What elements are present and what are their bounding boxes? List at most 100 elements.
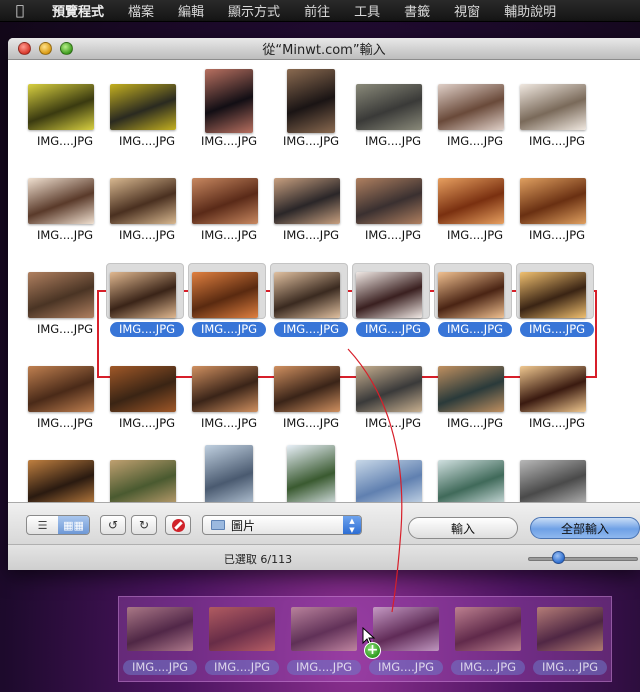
thumbnail-image <box>520 366 586 412</box>
drag-ghost-thumbnail <box>127 607 193 651</box>
menu-window[interactable]: 視窗 <box>442 1 492 20</box>
thumbnail-image <box>110 272 176 318</box>
thumbnail-item[interactable]: IMG....JPG <box>270 257 350 347</box>
thumbnail-image <box>356 460 422 503</box>
thumbnail-image <box>520 84 586 130</box>
thumbnail-item[interactable]: IMG....JPG <box>108 163 186 253</box>
thumbnail-item[interactable]: IMG....JPG <box>272 445 350 503</box>
drag-ghost-thumbnail <box>209 607 275 651</box>
thumbnail-image <box>438 460 504 503</box>
thumbnail-label: IMG....JPG <box>36 416 94 430</box>
thumbnail-image <box>438 178 504 224</box>
thumbnail-item[interactable]: IMG....JPG <box>106 257 186 347</box>
thumbnail-image <box>356 84 422 130</box>
thumbnail-item[interactable]: IMG....JPG <box>190 69 268 159</box>
thumbnail-item[interactable]: IMG....JPG <box>26 163 104 253</box>
thumbnail-image <box>274 178 340 224</box>
thumbnail-item[interactable]: IMG....JPG <box>436 163 514 253</box>
thumbnail-item[interactable]: IMG....JPG <box>434 257 514 347</box>
zoom-slider-knob[interactable] <box>552 551 566 564</box>
thumbnail-item[interactable]: IMG....JPG <box>26 69 104 159</box>
thumbnail-item[interactable]: IMG....JPG <box>26 257 104 347</box>
thumbnail-image <box>28 366 94 412</box>
thumbnail-label: IMG....JPG <box>192 322 266 337</box>
rotate-right-icon: ↻ <box>138 518 150 532</box>
menu-help[interactable]: 輔助說明 <box>492 1 568 20</box>
drag-ghost-thumbnail <box>537 607 603 651</box>
thumbnail-item[interactable]: IMG....JPG <box>518 351 596 441</box>
drag-ghost-label: IMG....JPG <box>533 660 607 675</box>
thumbnail-image <box>274 366 340 412</box>
thumbnail-item[interactable]: IMG....JPG <box>518 163 596 253</box>
thumbnail-label: IMG....JPG <box>446 134 504 148</box>
thumbnail-item[interactable]: IMG....JPG <box>26 351 104 441</box>
thumbnail-item[interactable]: IMG....JPG <box>354 69 432 159</box>
menu-edit[interactable]: 編輯 <box>166 1 216 20</box>
rotate-right-button[interactable]: ↻ <box>131 515 157 535</box>
rotate-left-button[interactable]: ↺ <box>100 515 126 535</box>
thumbnail-item[interactable]: IMG....JPG <box>354 445 432 503</box>
thumbnail-label: IMG....JPG <box>200 416 258 430</box>
thumbnail-item[interactable]: IMG....JPG <box>518 445 596 503</box>
list-view-button[interactable]: ☰ <box>27 516 58 534</box>
thumbnail-item[interactable]: IMG....JPG <box>518 69 596 159</box>
thumbnail-label: IMG....JPG <box>118 416 176 430</box>
import-window: 從“Minwt.com”輸入 IMG....JPG IMG....JPG IMG..… <box>8 38 640 570</box>
thumbnail-grid[interactable]: IMG....JPG IMG....JPG IMG....JPG IMG....JPG… <box>8 61 640 503</box>
thumbnail-item[interactable]: IMG....JPG <box>272 351 350 441</box>
thumbnail-image <box>28 84 94 130</box>
title-bar[interactable]: 從“Minwt.com”輸入 <box>8 38 640 60</box>
drag-ghost-thumbnail <box>455 607 521 651</box>
menu-app[interactable]: 預覽程式 <box>40 1 116 20</box>
thumbnail-item[interactable]: IMG....JPG <box>26 445 104 503</box>
thumbnail-label: IMG....JPG <box>520 322 594 337</box>
thumbnail-image <box>28 460 94 503</box>
selection-count: 已選取 6/113 <box>223 553 293 566</box>
thumbnail-item[interactable]: IMG....JPG <box>436 69 514 159</box>
source-popup[interactable]: 圖片 ▲ ▼ <box>202 515 362 535</box>
thumbnail-label: IMG....JPG <box>282 416 340 430</box>
drag-ghost-label: IMG....JPG <box>287 660 361 675</box>
thumbnail-item[interactable]: IMG....JPG <box>190 163 268 253</box>
thumbnail-item[interactable]: IMG....JPG <box>354 163 432 253</box>
thumbnail-item[interactable]: IMG....JPG <box>108 445 186 503</box>
thumbnail-item[interactable]: IMG....JPG <box>108 69 186 159</box>
menu-view[interactable]: 顯示方式 <box>216 1 292 20</box>
drag-ghost-label: IMG....JPG <box>369 660 443 675</box>
import-all-button[interactable]: 全部輸入 <box>530 517 640 539</box>
apple-menu-icon[interactable]:  <box>0 3 40 19</box>
list-icon: ☰ <box>37 518 48 532</box>
menu-go[interactable]: 前往 <box>292 1 342 20</box>
thumbnail-item[interactable]: IMG....JPG <box>354 351 432 441</box>
thumbnail-item[interactable]: IMG....JPG <box>188 257 268 347</box>
thumbnail-item[interactable]: IMG....JPG <box>272 163 350 253</box>
thumbnail-item[interactable]: IMG....JPG <box>436 445 514 503</box>
rotate-left-icon: ↺ <box>107 518 119 532</box>
thumbnail-label: IMG....JPG <box>364 134 422 148</box>
thumbnail-label: IMG....JPG <box>36 134 94 148</box>
source-popup-label: 圖片 <box>231 518 256 533</box>
thumbnail-label: IMG....JPG <box>528 416 586 430</box>
import-button[interactable]: 輸入 <box>408 517 518 539</box>
thumbnail-image <box>438 272 504 318</box>
icon-view-button[interactable]: ▦▦ <box>58 516 89 534</box>
zoom-slider-track[interactable] <box>528 557 638 561</box>
thumbnail-item[interactable]: IMG....JPG <box>190 351 268 441</box>
menu-tools[interactable]: 工具 <box>342 1 392 20</box>
thumbnail-label: IMG....JPG <box>528 134 586 148</box>
menu-bookmarks[interactable]: 書籤 <box>392 1 442 20</box>
menu-file[interactable]: 檔案 <box>116 1 166 20</box>
delete-button[interactable] <box>165 515 191 535</box>
thumbnail-item[interactable]: IMG....JPG <box>190 445 268 503</box>
thumbnail-item[interactable]: IMG....JPG <box>108 351 186 441</box>
thumbnail-image <box>356 178 422 224</box>
thumbnail-label: IMG....JPG <box>446 416 504 430</box>
thumbnail-image <box>287 69 335 133</box>
thumbnail-image <box>192 366 258 412</box>
menu-bar:  預覽程式 檔案 編輯 顯示方式 前往 工具 書籤 視窗 輔助說明 <box>0 0 640 22</box>
thumbnail-item[interactable]: IMG....JPG <box>436 351 514 441</box>
thumbnail-item[interactable]: IMG....JPG <box>272 69 350 159</box>
thumbnail-image <box>520 460 586 503</box>
thumbnail-item[interactable]: IMG....JPG <box>516 257 596 347</box>
thumbnail-item[interactable]: IMG....JPG <box>352 257 432 347</box>
